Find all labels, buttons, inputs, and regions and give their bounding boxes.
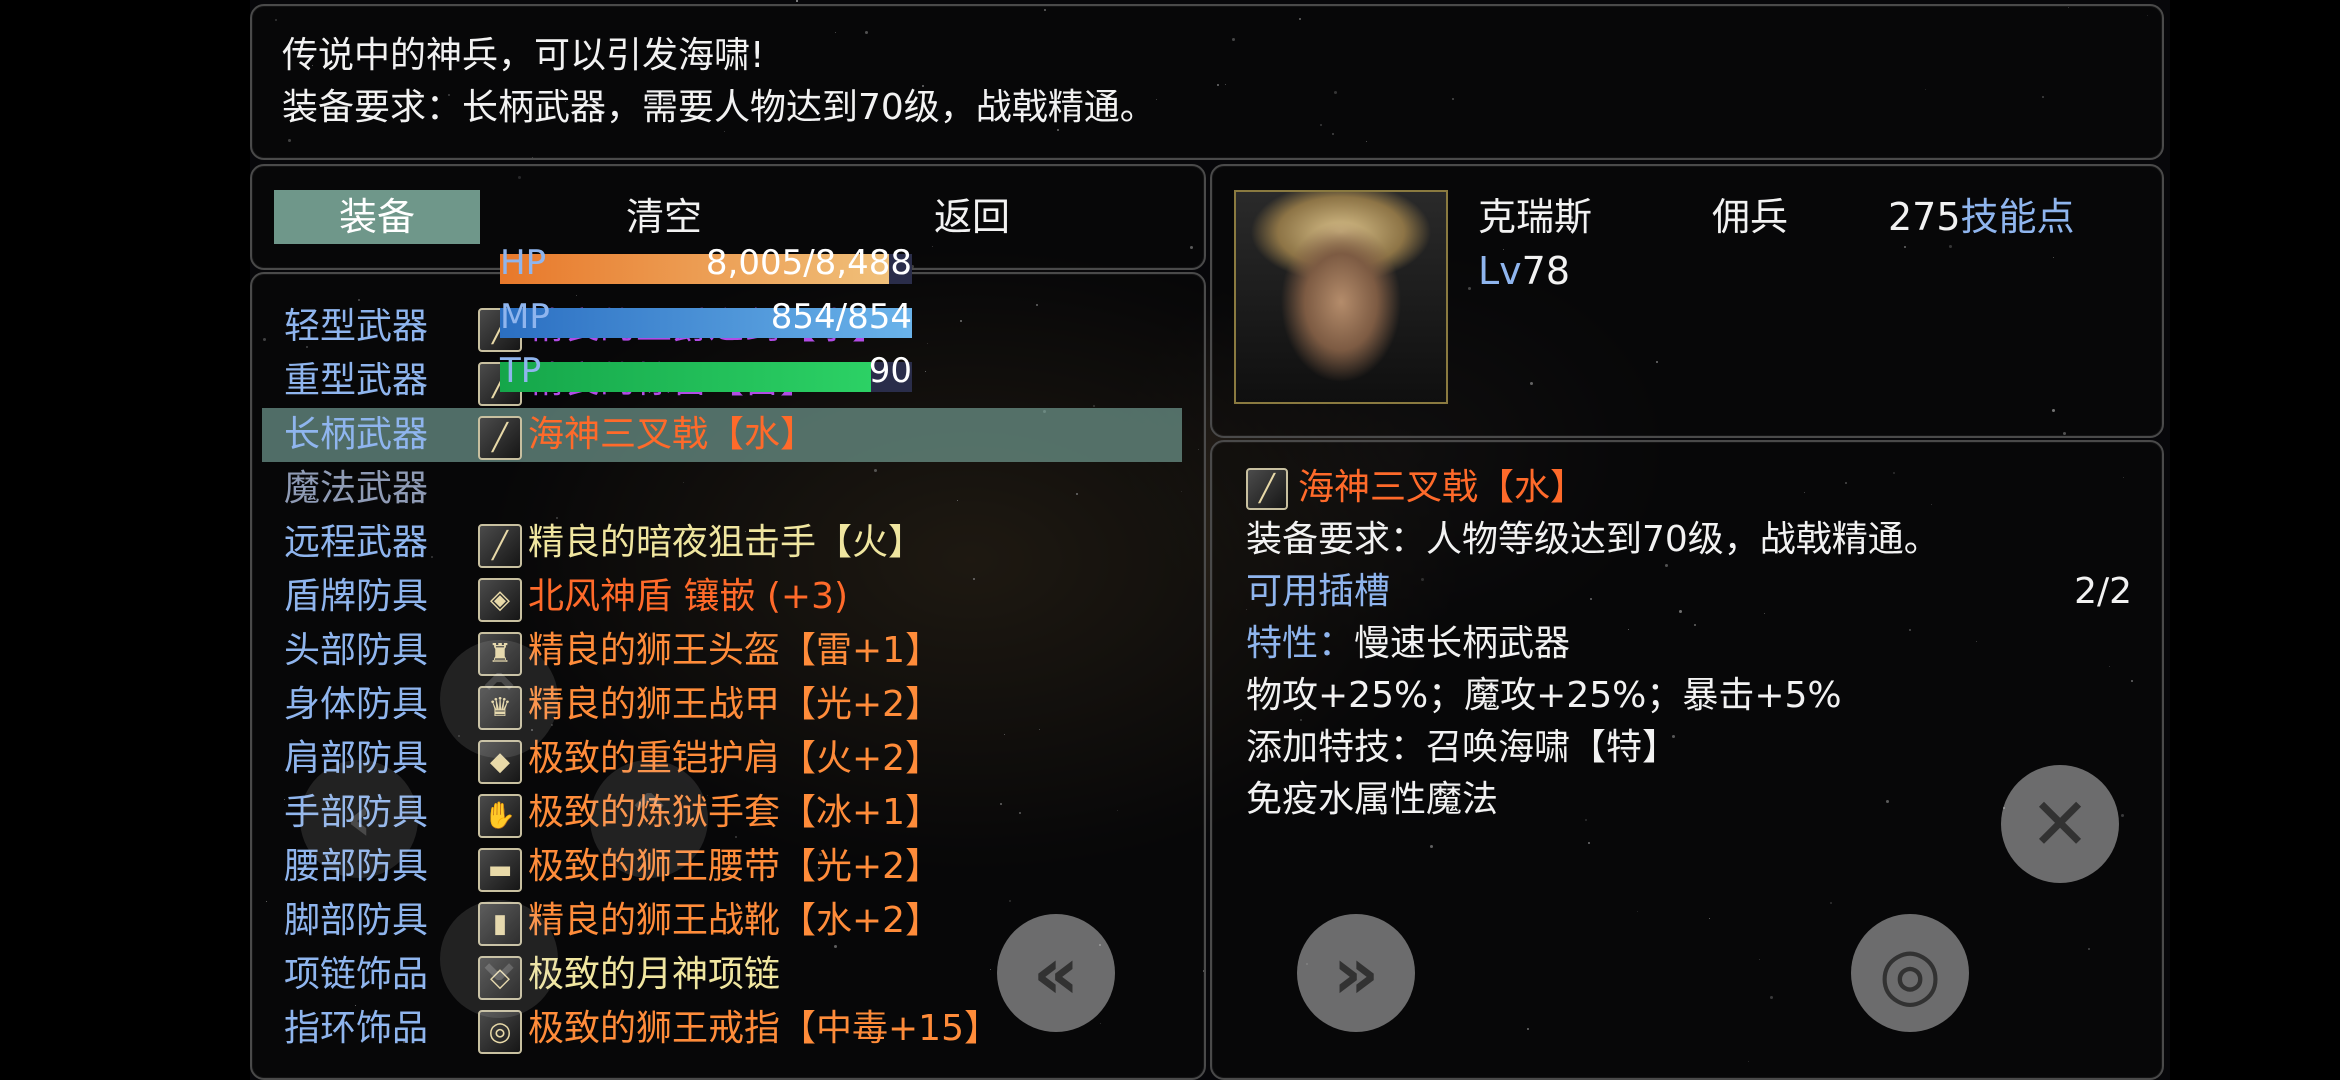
hp-value: 8,005/8,488	[705, 243, 912, 283]
detail-immunity: 免疫水属性魔法	[1246, 779, 1499, 820]
detail-skill: 添加特技：召唤海啸【特】	[1246, 727, 1679, 768]
equipment-slot-row[interactable]: 身体防具 ♛ 精良的狮王战甲【光+2】	[262, 678, 1182, 732]
dpad-down-ghost-icon: ⌄	[440, 900, 558, 1018]
detail-stats: 物攻+25%；魔攻+25%；暴击+5%	[1246, 675, 1842, 716]
slot-label: 盾牌防具	[284, 576, 429, 617]
equip-tab[interactable]: 装备	[274, 190, 480, 244]
next-page-button[interactable]: »	[1297, 914, 1415, 1032]
slot-item-name: 精良的狮王战甲【光+2】	[528, 684, 942, 725]
description-line-2: 装备要求：长柄武器，需要人物达到70级，战戟精通。	[282, 87, 1156, 128]
slot-item-name: 海神三叉戟【水】	[528, 414, 817, 455]
slot-label: 长柄武器	[284, 414, 429, 455]
detail-trait: 特性：慢速长柄武器	[1246, 623, 1571, 664]
description-line-1: 传说中的神兵，可以引发海啸!	[282, 35, 765, 76]
skill-points: 275技能点	[1888, 190, 2075, 244]
equipment-slot-row[interactable]: 魔法武器	[262, 462, 1182, 516]
equipment-slot-row[interactable]: 远程武器 ╱ 精良的暗夜狙击手【火】	[262, 516, 1182, 570]
character-level: Lv78	[1478, 244, 1570, 298]
dpad-up-ghost-icon: ⌃	[440, 640, 558, 758]
slot-item-name: 精良的暗夜狙击手【火】	[528, 522, 925, 563]
trident-icon: ╱	[1246, 468, 1288, 510]
slot-label: 重型武器	[284, 360, 429, 401]
level-value: 78	[1521, 249, 1571, 293]
slot-label: 头部防具	[284, 630, 429, 671]
belt-icon: ▬	[478, 848, 522, 892]
confirm-button[interactable]: ◎	[1851, 914, 1969, 1032]
slot-label: 身体防具	[284, 684, 429, 725]
mp-label: MP	[500, 297, 550, 337]
dpad-left-ghost-icon: ‹	[300, 760, 418, 878]
slot-label: 脚部防具	[284, 900, 429, 941]
slot-label: 轻型武器	[284, 306, 429, 347]
hp-label: HP	[500, 243, 547, 283]
skill-points-value: 275	[1888, 195, 1961, 239]
slot-label: 指环饰品	[284, 1008, 429, 1049]
character-name: 克瑞斯	[1478, 195, 1593, 239]
clear-tab[interactable]: 清空	[564, 190, 764, 244]
shield-icon: ◈	[478, 578, 522, 622]
slot-item-name: 极致的狮王戒指【中毒+15】	[528, 1008, 1000, 1049]
confirm-circle-icon: ◎	[1878, 931, 1942, 1015]
tp-bar-fill	[500, 362, 871, 392]
mp-value: 854/854	[770, 297, 912, 337]
character-portrait	[1234, 190, 1448, 404]
character-status-panel: 克瑞斯 Lv78 佣兵 275技能点	[1210, 164, 2164, 438]
item-description-panel: 传说中的神兵，可以引发海啸! 装备要求：长柄武器，需要人物达到70级，战戟精通。	[250, 4, 2164, 160]
slot-item-name: 精良的狮王战靴【水+2】	[528, 900, 942, 941]
double-chevron-right-icon: »	[1332, 931, 1380, 1015]
mp-bar: MP 854/854	[500, 297, 912, 340]
hp-bar: HP 8,005/8,488	[500, 243, 912, 286]
level-prefix: Lv	[1478, 249, 1522, 293]
double-chevron-left-icon: «	[1032, 931, 1080, 1015]
slot-label: 远程武器	[284, 522, 429, 563]
back-tab[interactable]: 返回	[872, 190, 1072, 244]
tp-label: TP	[500, 351, 542, 391]
slot-label: 魔法武器	[284, 468, 429, 509]
equipment-slot-row[interactable]: 头部防具 ♜ 精良的狮王头盔【雷+1】	[262, 624, 1182, 678]
equipment-slot-row[interactable]: 盾牌防具 ◈ 北风神盾 镶嵌 (+3)	[262, 570, 1182, 624]
dpad-right-ghost-icon: ⌃	[590, 760, 708, 878]
close-icon: ✕	[2029, 782, 2091, 866]
detail-sockets-label: 可用插槽	[1246, 571, 1391, 612]
gauntlet-icon: ✋	[478, 794, 522, 838]
trident-icon: ╱	[478, 416, 522, 460]
detail-sockets-value: 2/2	[2074, 571, 2132, 612]
tp-value: 90	[868, 351, 912, 391]
close-button[interactable]: ✕	[2001, 765, 2119, 883]
character-class: 佣兵	[1712, 195, 1789, 239]
slot-label: 项链饰品	[284, 954, 429, 995]
previous-page-button[interactable]: «	[997, 914, 1115, 1032]
slot-item-name: 精良的狮王头盔【雷+1】	[528, 630, 942, 671]
equipment-slot-row[interactable]: 长柄武器 ╱ 海神三叉戟【水】	[262, 408, 1182, 462]
tp-bar: TP 90	[500, 351, 912, 394]
skill-points-label: 技能点	[1960, 195, 2075, 239]
slot-item-name: 极致的月神项链	[528, 954, 781, 995]
rifle-icon: ╱	[478, 524, 522, 568]
slot-item-name: 北风神盾 镶嵌 (+3)	[528, 576, 849, 617]
detail-requirement: 装备要求：人物等级达到70级，战戟精通。	[1246, 519, 1940, 560]
detail-item-name: 海神三叉戟【水】	[1298, 467, 1587, 508]
